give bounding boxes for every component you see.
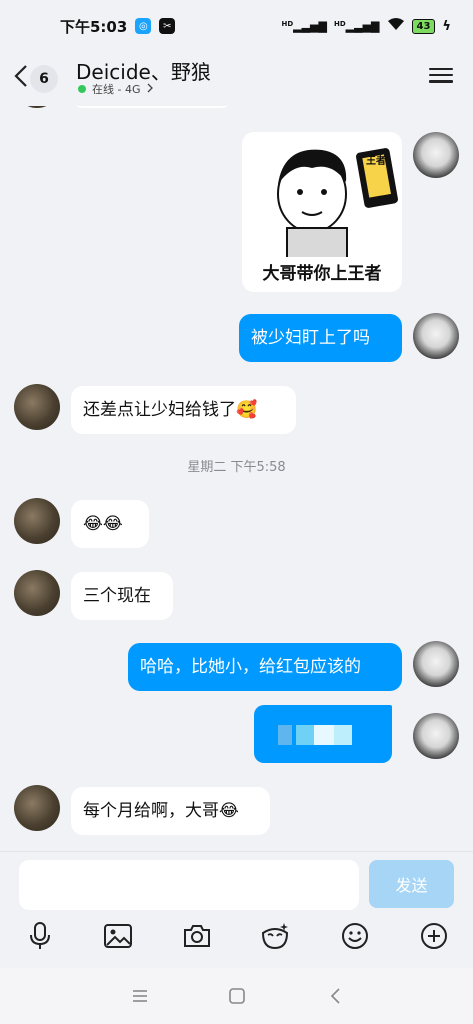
chevron-right-icon — [147, 83, 153, 96]
back-button[interactable]: 6 — [14, 62, 66, 96]
my-avatar[interactable] — [413, 132, 459, 178]
presence-label: 在线 - 4G — [92, 83, 141, 96]
pixelated-block — [334, 725, 352, 745]
chat-header: 6 Deicide、野狼 在线 - 4G — [0, 52, 473, 104]
status-time: 下午5:03 — [60, 17, 128, 36]
my-avatar[interactable] — [413, 641, 459, 687]
unread-count-badge: 6 — [30, 65, 58, 93]
presence-status[interactable]: 在线 - 4G — [78, 81, 153, 97]
contact-avatar[interactable] — [14, 384, 60, 430]
menu-line — [429, 68, 453, 71]
sticker-caption: 大哥带你上王者 — [262, 264, 382, 284]
message-bubble-outgoing[interactable]: 哈哈，比她小，给红包应该的 — [128, 643, 402, 691]
back-nav-icon[interactable] — [326, 986, 346, 1006]
send-button[interactable]: 发送 — [369, 860, 454, 908]
my-avatar[interactable] — [413, 313, 459, 359]
signal-icon: HD▂▃▅▇ — [281, 19, 327, 33]
menu-line — [429, 74, 453, 77]
qq-notification-icon: ◎ — [135, 18, 152, 34]
contact-avatar[interactable] — [14, 570, 60, 616]
pixelated-block — [296, 725, 314, 745]
message-bubble-incoming[interactable]: 三个现在 — [71, 572, 173, 620]
contact-avatar[interactable] — [14, 785, 60, 831]
menu-line — [429, 80, 453, 83]
composer-toolbar — [0, 918, 473, 958]
composer: 发送 — [0, 851, 473, 969]
pixelated-block — [278, 725, 292, 745]
emoji-icon[interactable] — [340, 921, 370, 951]
wifi-icon — [387, 17, 405, 35]
online-dot-icon — [78, 85, 86, 93]
camera-icon[interactable] — [182, 921, 212, 951]
message-timestamp: 星期二 下午5:58 — [187, 460, 286, 475]
battery-icon: 43 — [411, 18, 436, 34]
message-bubble-incoming[interactable]: 😂😂 — [71, 500, 149, 548]
chevron-left-icon — [14, 64, 28, 94]
plus-icon[interactable] — [419, 921, 449, 951]
sticker-message[interactable]: 王者 大哥带你上王者 — [242, 132, 402, 292]
capcut-notification-icon: ✂ — [159, 18, 176, 34]
message-bubble-incoming[interactable]: 每个月给啊，大哥😂 — [71, 787, 270, 835]
my-avatar[interactable] — [413, 713, 459, 759]
signal-icon-2: HD▂▃▅▇ — [333, 19, 380, 33]
redacted-message[interactable] — [254, 705, 392, 763]
message-bubble-incoming[interactable]: 还差点让少妇给钱了🥰 — [71, 386, 296, 434]
message-input[interactable] — [19, 860, 359, 910]
menu-button[interactable] — [429, 64, 453, 86]
sticker-image — [277, 148, 398, 259]
message-bubble-outgoing[interactable]: 被少妇盯上了吗 — [239, 314, 402, 362]
home-icon[interactable] — [227, 986, 247, 1006]
pixelated-block — [314, 725, 334, 745]
magic-emoji-icon[interactable] — [260, 921, 290, 951]
image-icon[interactable] — [103, 921, 133, 951]
contact-avatar[interactable] — [14, 498, 60, 544]
sticker-badge: 王者 — [366, 156, 386, 167]
recent-apps-icon[interactable] — [130, 986, 150, 1006]
status-bar: 下午5:03 ◎ ✂ HD▂▃▅▇ HD▂▃▅▇ 43 ϟ — [0, 0, 473, 52]
microphone-icon[interactable] — [25, 921, 55, 951]
charging-icon: ϟ — [442, 18, 451, 34]
system-navigation-bar — [0, 968, 473, 1024]
